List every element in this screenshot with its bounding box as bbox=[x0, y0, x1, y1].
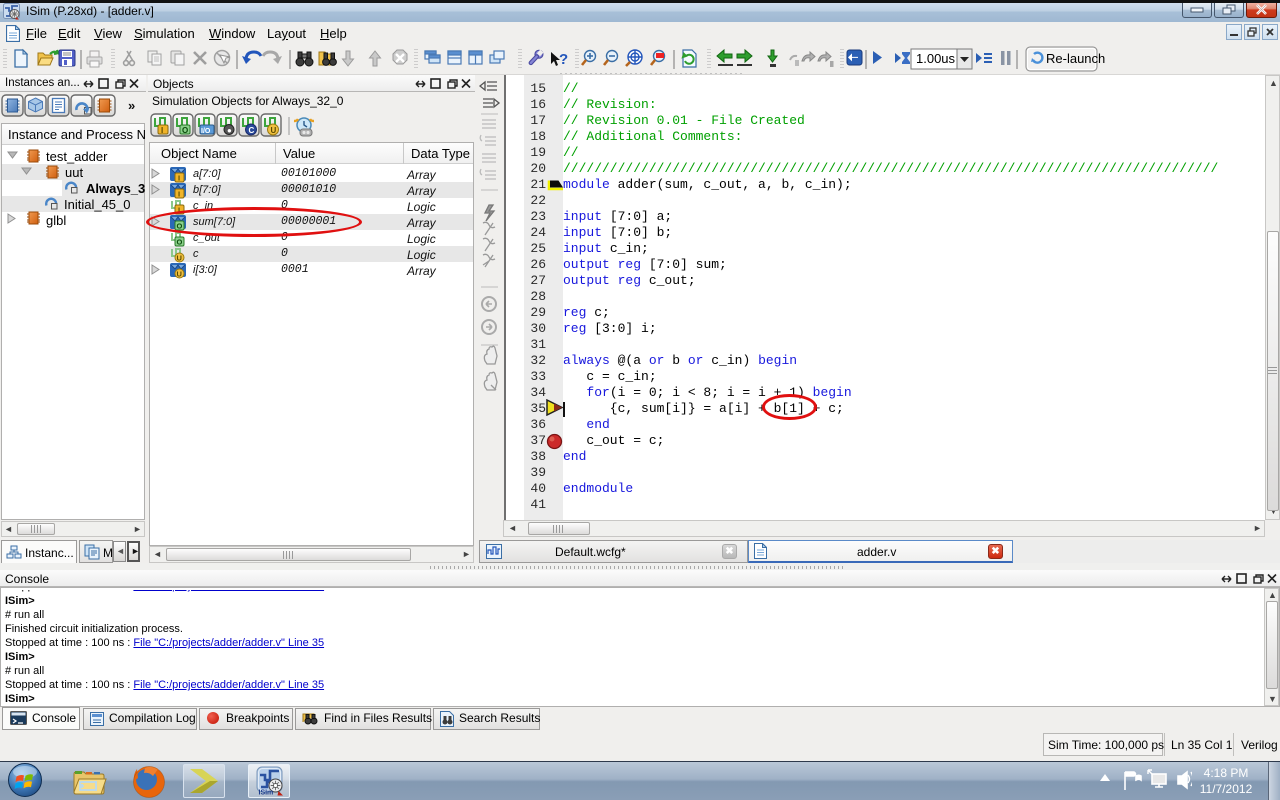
svg-text:Re-launch: Re-launch bbox=[1046, 51, 1105, 66]
svg-text:?: ? bbox=[559, 51, 568, 68]
svg-text:ISIm: ISIm bbox=[259, 790, 274, 797]
svg-text:C: C bbox=[249, 126, 255, 135]
svg-text:●: ● bbox=[227, 126, 232, 135]
svg-text:»: » bbox=[128, 98, 135, 113]
svg-text:1.00us: 1.00us bbox=[916, 51, 956, 66]
svg-text:I: I bbox=[161, 126, 163, 135]
svg-text:U: U bbox=[271, 126, 277, 135]
svg-text:I/O: I/O bbox=[201, 128, 211, 135]
svg-text:O: O bbox=[182, 126, 188, 135]
